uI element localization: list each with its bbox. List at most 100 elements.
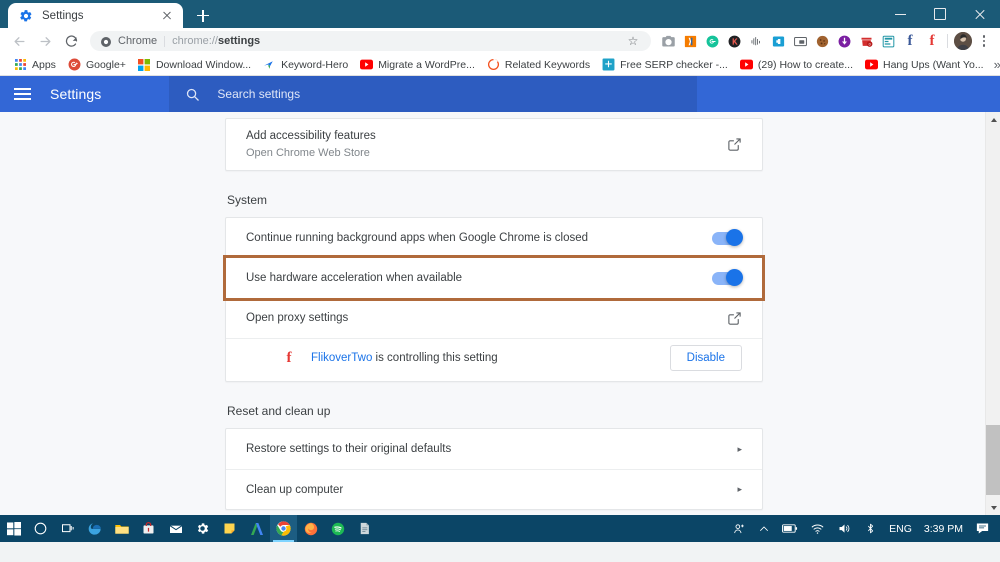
toggle-hardware-acceleration[interactable] [712, 269, 743, 286]
chevron-right-icon[interactable]: ▸ [728, 444, 742, 454]
download-extension-icon[interactable] [833, 30, 855, 52]
address-bar[interactable]: Chrome chrome://settings ☆ [90, 31, 651, 51]
hamburger-menu-icon[interactable] [14, 83, 36, 105]
dark-circle-extension-icon[interactable] [723, 30, 745, 52]
row-texts: Add accessibility features Open Chrome W… [246, 119, 727, 170]
bookmarks-overflow-icon[interactable]: » [990, 57, 1000, 72]
edge-browser-button[interactable] [81, 515, 108, 542]
row-background-apps[interactable]: Continue running background apps when Go… [226, 218, 762, 258]
external-link-icon[interactable] [727, 137, 742, 152]
bluetooth-icon[interactable] [858, 515, 883, 542]
scrollbar-thumb[interactable] [986, 425, 1000, 495]
section-title-system: System [227, 193, 268, 207]
close-icon[interactable] [159, 8, 175, 24]
microsoft-store-button[interactable] [135, 515, 162, 542]
browser-tab-settings[interactable]: Settings [8, 3, 183, 28]
new-tab-button[interactable] [189, 3, 217, 28]
bookmark-how-to-create[interactable]: (29) How to create... [734, 56, 859, 74]
people-icon[interactable] [726, 515, 752, 542]
search-input[interactable]: Search settings [169, 76, 698, 112]
sticky-notes-button[interactable] [216, 515, 243, 542]
speaker-icon[interactable] [831, 515, 858, 542]
forward-arrow-icon[interactable] [32, 28, 58, 54]
flikover-f-extension-icon[interactable]: f [921, 30, 943, 52]
microsoft-windows-icon [138, 58, 151, 71]
close-window-button[interactable] [960, 0, 1000, 28]
settings-app-button[interactable] [189, 515, 216, 542]
omnibox-scheme-label: Chrome [118, 35, 158, 47]
clock[interactable]: 3:39 PM [918, 515, 969, 542]
facebook-f-extension-icon[interactable]: f [899, 30, 921, 52]
row-title: Open proxy settings [246, 312, 349, 324]
external-link-icon[interactable] [727, 311, 742, 326]
cookie-extension-icon[interactable] [811, 30, 833, 52]
google-ads-button[interactable] [243, 515, 270, 542]
back-arrow-icon[interactable] [6, 28, 32, 54]
maximize-button[interactable] [920, 0, 960, 28]
bookmark-google-plus[interactable]: Google+ [62, 56, 132, 74]
red-badge-extension-icon[interactable]: 0 [855, 30, 877, 52]
youtube-icon [739, 58, 753, 71]
scrollbar-track[interactable] [986, 127, 1000, 500]
bookmark-star-icon[interactable]: ☆ [625, 34, 641, 48]
row-clean-up-computer[interactable]: Clean up computer ▸ [226, 469, 762, 509]
orange-extension-icon[interactable] [679, 30, 701, 52]
reload-arrow-icon[interactable] [58, 28, 84, 54]
row-texts: Use hardware acceleration when available [246, 261, 712, 295]
firefox-browser-button[interactable] [297, 515, 324, 542]
bookmark-keyword-hero[interactable]: Keyword-Hero [257, 56, 354, 74]
row-restore-settings[interactable]: Restore settings to their original defau… [226, 429, 762, 469]
accessibility-card: Add accessibility features Open Chrome W… [225, 118, 763, 171]
section-title-reset: Reset and clean up [227, 404, 331, 418]
action-center-icon[interactable] [969, 515, 996, 542]
scroll-down-icon[interactable] [986, 500, 1000, 515]
bookmark-download-windows[interactable]: Download Window... [132, 56, 257, 74]
bookmark-free-serp-checker[interactable]: Free SERP checker -... [596, 56, 734, 74]
row-title: Restore settings to their original defau… [246, 443, 452, 455]
avatar[interactable] [952, 30, 974, 52]
mail-app-button[interactable] [162, 515, 189, 542]
row-subtitle: Open Chrome Web Store [246, 147, 370, 159]
row-add-accessibility-features[interactable]: Add accessibility features Open Chrome W… [226, 119, 762, 170]
bookmark-hang-ups[interactable]: Hang Ups (Want Yo... [859, 56, 990, 74]
bookmark-apps[interactable]: Apps [8, 56, 62, 74]
minimize-button[interactable] [880, 0, 920, 28]
bookmark-migrate-wordpress[interactable]: Migrate a WordPre... [354, 56, 481, 74]
extension-name-link[interactable]: FlikoverTwo [311, 352, 372, 364]
cortana-search-button[interactable] [27, 515, 54, 542]
toggle-background-apps[interactable] [712, 229, 743, 246]
scroll-up-icon[interactable] [986, 112, 1000, 127]
google-chrome-button[interactable] [270, 515, 297, 542]
wifi-icon[interactable] [804, 515, 831, 542]
row-hardware-acceleration[interactable]: Use hardware acceleration when available [226, 258, 762, 298]
settings-content: Add accessibility features Open Chrome W… [223, 112, 765, 510]
highlighted-setting-region: Use hardware acceleration when available [223, 255, 765, 301]
vertical-scrollbar[interactable] [985, 112, 1000, 515]
windows-taskbar: ENG 3:39 PM [0, 515, 1000, 542]
spotify-app-button[interactable] [324, 515, 351, 542]
row-open-proxy-settings[interactable]: Open proxy settings [226, 298, 762, 338]
battery-icon[interactable] [776, 515, 804, 542]
audio-wave-extension-icon[interactable] [745, 30, 767, 52]
serp-checker-icon [602, 58, 615, 71]
document-app-button[interactable] [351, 515, 378, 542]
language-indicator[interactable]: ENG [883, 515, 918, 542]
send-to-device-extension-icon[interactable] [767, 30, 789, 52]
chevron-right-icon[interactable]: ▸ [728, 485, 742, 494]
bookmark-related-keywords[interactable]: Related Keywords [481, 56, 596, 74]
camera-extension-icon[interactable] [657, 30, 679, 52]
chevron-up-icon[interactable] [752, 515, 776, 542]
grammarly-extension-icon[interactable] [701, 30, 723, 52]
browser-toolbar: Chrome chrome://settings ☆ 0 f f [0, 28, 1000, 54]
blue-form-extension-icon[interactable] [877, 30, 899, 52]
page-title: Settings [50, 86, 102, 102]
reset-card: Restore settings to their original defau… [225, 428, 763, 510]
file-explorer-button[interactable] [108, 515, 135, 542]
picture-in-picture-extension-icon[interactable] [789, 30, 811, 52]
bookmark-label: Migrate a WordPre... [378, 58, 475, 71]
three-dot-menu-icon[interactable] [974, 35, 994, 47]
task-view-button[interactable] [54, 515, 81, 542]
youtube-icon [360, 58, 374, 71]
start-button[interactable] [0, 515, 27, 542]
disable-button[interactable]: Disable [669, 345, 742, 371]
